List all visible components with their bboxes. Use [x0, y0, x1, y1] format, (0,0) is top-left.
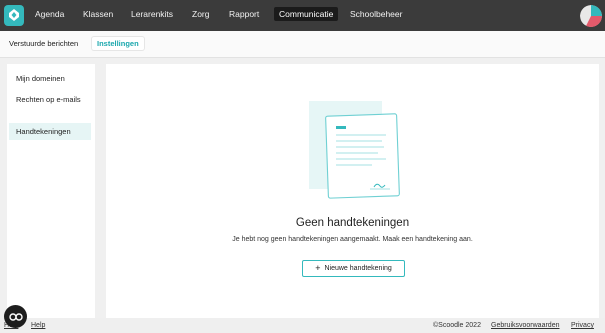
nav-item-rapport[interactable]: Rapport: [229, 9, 259, 19]
chat-icon[interactable]: [4, 305, 27, 328]
sidebar-item-rechten-op-e-mails[interactable]: Rechten op e-mails: [9, 91, 91, 108]
settings-sidebar: Mijn domeinen Rechten op e-mails Handtek…: [7, 64, 95, 318]
empty-state-description: Je hebt nog geen handtekeningen aangemaa…: [232, 236, 473, 243]
new-signature-button[interactable]: + Nieuwe handtekening: [302, 260, 405, 277]
plus-icon: +: [315, 263, 321, 273]
footer-help-link[interactable]: Help: [31, 322, 45, 329]
nav-item-schoolbeheer[interactable]: Schoolbeheer: [350, 9, 402, 19]
footer-copyright: ©Scoodle 2022: [433, 322, 481, 329]
tab-verstuurde-berichten[interactable]: Verstuurde berichten: [9, 39, 78, 48]
empty-state-title: Geen handtekeningen: [295, 217, 410, 229]
main-panel: Geen handtekeningen Je hebt nog geen han…: [106, 64, 599, 318]
scoodle-logo-icon[interactable]: [4, 5, 24, 26]
nav-item-communicatie[interactable]: Communicatie: [274, 7, 339, 21]
sidebar-item-mijn-domeinen[interactable]: Mijn domeinen: [9, 70, 91, 87]
sub-navigation: Verstuurde berichten Instellingen: [0, 31, 605, 58]
tab-instellingen[interactable]: Instellingen: [92, 37, 144, 50]
footer: Hulp Help ©Scoodle 2022 Gebruiksvoorwaar…: [0, 318, 605, 333]
footer-terms-link[interactable]: Gebruiksvoorwaarden: [491, 322, 559, 329]
document-signature-icon: [306, 101, 402, 206]
nav-item-agenda[interactable]: Agenda: [35, 9, 64, 19]
nav-item-zorg[interactable]: Zorg: [192, 9, 209, 19]
sidebar-item-handtekeningen[interactable]: Handtekeningen: [9, 123, 91, 140]
nav-item-lerarenkits[interactable]: Lerarenkits: [131, 9, 173, 19]
new-signature-label: Nieuwe handtekening: [324, 265, 392, 272]
footer-privacy-link[interactable]: Privacy: [571, 322, 594, 329]
top-navigation: Agenda Klassen Lerarenkits Zorg Rapport …: [0, 0, 605, 31]
user-avatar-icon[interactable]: [580, 5, 602, 27]
nav-item-klassen[interactable]: Klassen: [83, 9, 113, 19]
